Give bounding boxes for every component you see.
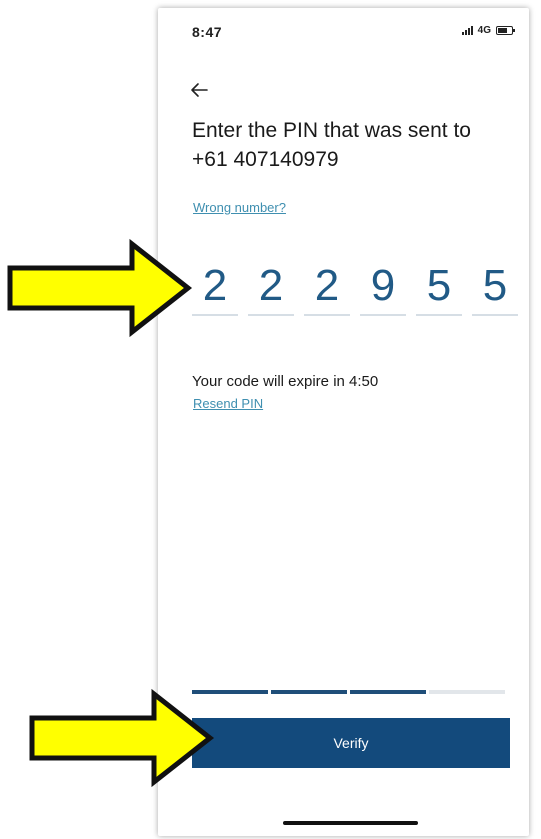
arrow-left-icon[interactable] [188,80,210,100]
progress-step-4 [429,690,505,694]
annotation-arrow-pin [7,238,193,338]
pin-digit-5[interactable]: 5 [416,258,462,316]
progress-step-3 [350,690,426,694]
home-indicator [283,821,418,825]
pin-input-row[interactable]: 2 2 2 9 5 5 [192,258,518,316]
pin-digit-1[interactable]: 2 [192,258,238,316]
signal-icon [461,26,473,35]
verify-button[interactable]: Verify [192,718,510,768]
stage: 8:47 4G Enter the PIN that was sent to +… [0,0,541,839]
status-indicators: 4G [461,25,515,36]
status-time: 8:47 [192,24,223,40]
network-label: 4G [477,25,491,36]
pin-digit-6[interactable]: 5 [472,258,518,316]
progress-step-2 [271,690,347,694]
resend-pin-link[interactable]: Resend PIN [193,396,263,411]
expire-countdown-text: Your code will expire in 4:50 [192,373,379,390]
pin-digit-2[interactable]: 2 [248,258,294,316]
pin-digit-3[interactable]: 2 [304,258,350,316]
battery-icon [496,26,515,35]
annotation-arrow-verify [29,688,215,788]
step-progress [192,690,505,694]
page-title: Enter the PIN that was sent to +61 40714… [192,119,471,171]
status-bar: 8:47 4G [158,8,529,56]
wrong-number-link[interactable]: Wrong number? [193,200,286,215]
pin-digit-4[interactable]: 9 [360,258,406,316]
